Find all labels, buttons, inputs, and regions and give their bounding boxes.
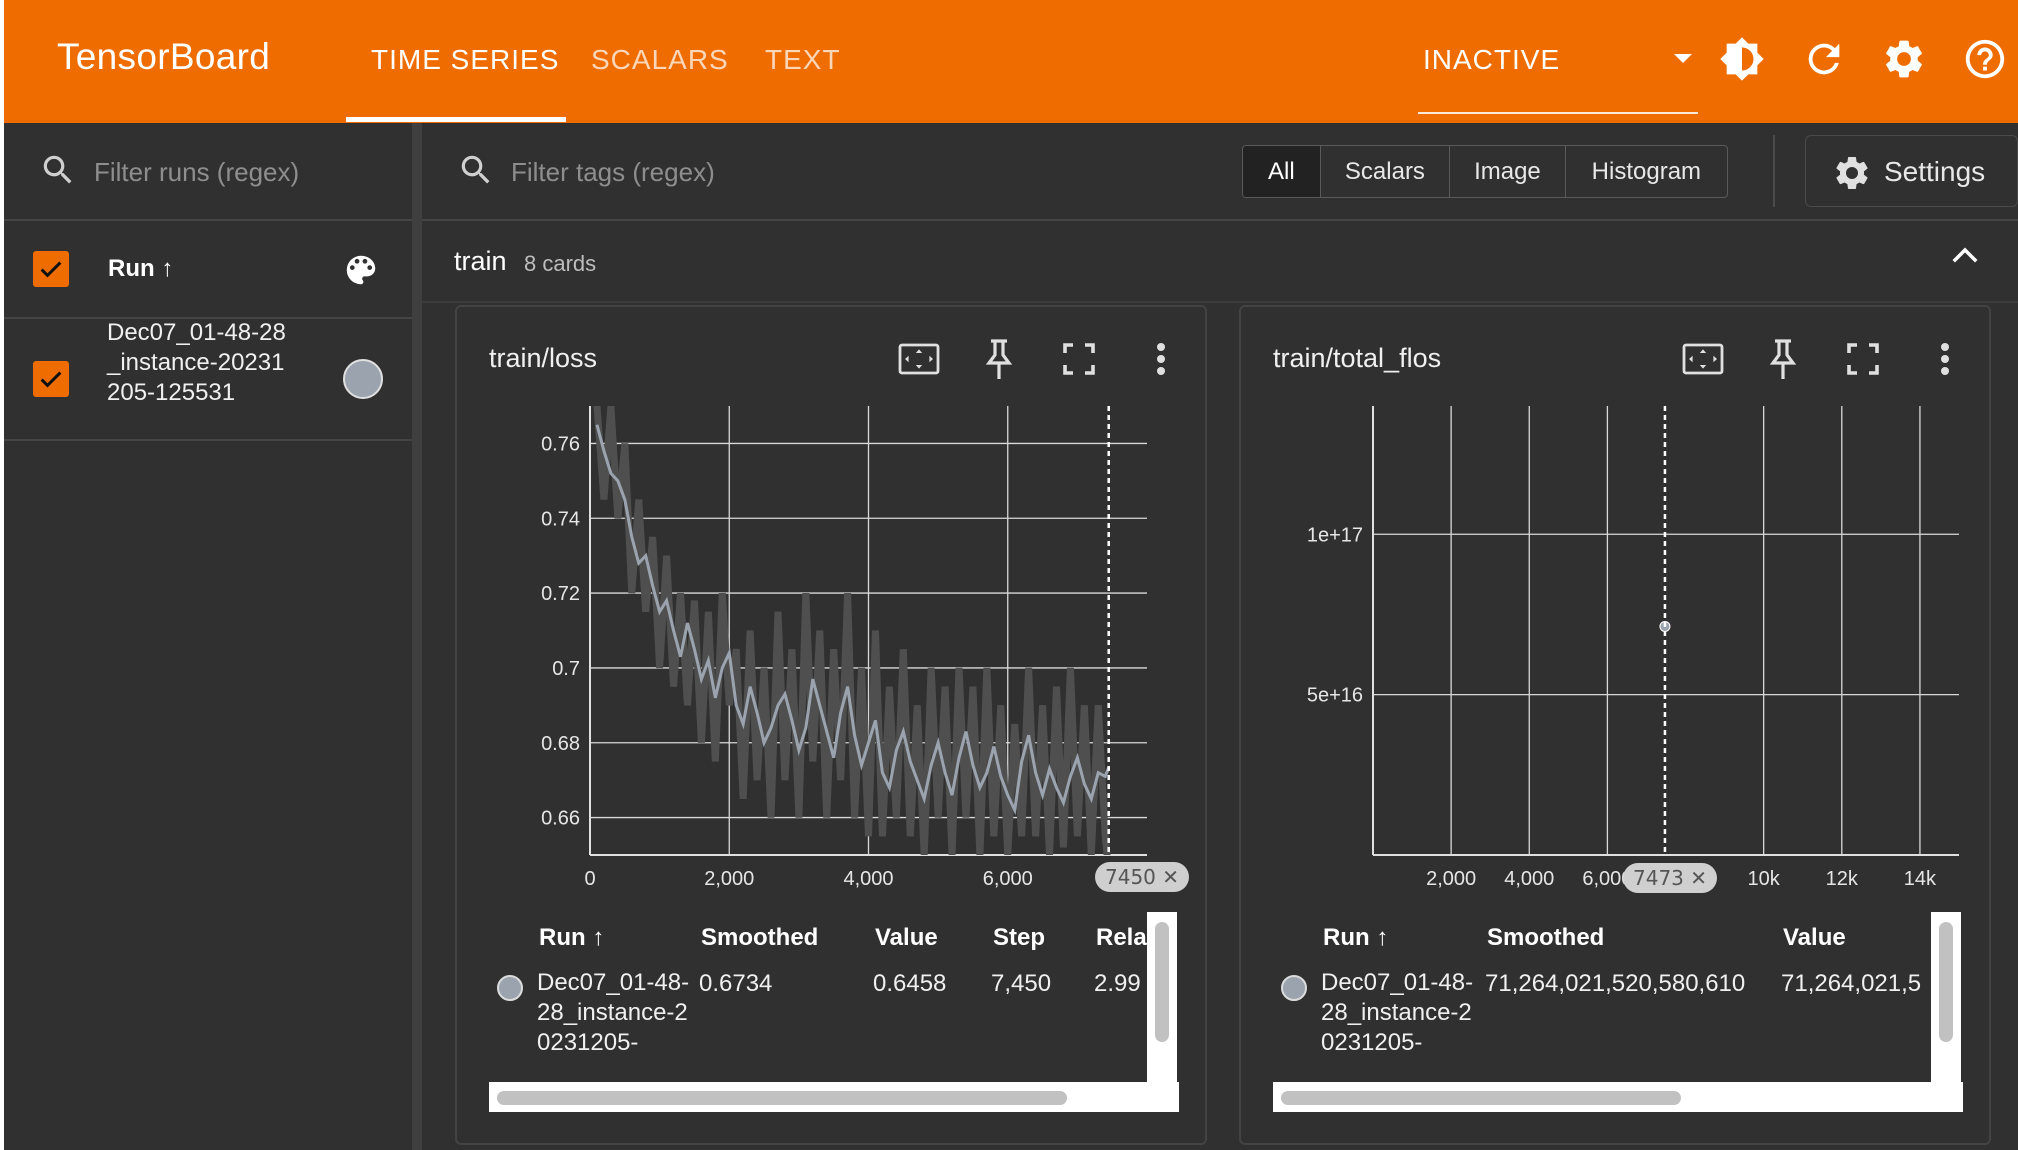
y-tick-label: 0.68 (541, 733, 580, 755)
x-tick-label: 2,000 (1426, 868, 1476, 890)
table-cell-relative: 2.99 (1094, 970, 1141, 997)
divider (1773, 135, 1775, 207)
filter-histogram-button[interactable]: Histogram (1566, 146, 1727, 197)
run-color-dot (497, 975, 523, 1001)
table-header-smoothed[interactable]: Smoothed (701, 924, 818, 952)
brand-title: TensorBoard (57, 36, 271, 77)
y-tick-label: 1e+17 (1307, 524, 1363, 546)
table-cell-step: 7,450 (991, 970, 1052, 997)
x-tick-label: 14k (1904, 868, 1937, 890)
x-tick-label: 4,000 (843, 868, 893, 890)
tab-scalars[interactable]: SCALARS (591, 44, 729, 76)
active-tab-indicator (346, 117, 566, 122)
sidebar-resize-handle[interactable] (412, 123, 422, 1150)
step-cursor-chip[interactable]: 7450 ✕ (1095, 862, 1190, 892)
run-color-dot (1281, 975, 1307, 1001)
table-cell-smoothed: 0.6734 (699, 970, 773, 997)
step-chip-value: 7473 (1633, 866, 1684, 890)
settings-button[interactable]: Settings (1805, 135, 2018, 207)
settings-icon[interactable] (1881, 36, 1927, 82)
run-color-swatch[interactable] (343, 359, 383, 399)
gear-icon (1836, 156, 1868, 189)
help-icon[interactable] (1962, 36, 2008, 82)
theme-toggle-icon[interactable] (1719, 36, 1765, 82)
x-tick-label: 12k (1826, 868, 1859, 890)
tab-text[interactable]: TEXT (765, 44, 841, 76)
table-header-run[interactable]: Run ↑ (539, 924, 604, 952)
run-name: Dec07_01-48-28_instance-20231205-125531 (107, 319, 286, 406)
y-tick-label: 0.74 (541, 508, 580, 530)
table-header-value[interactable]: Value (875, 924, 938, 952)
table-header-relative[interactable]: Rela (1096, 924, 1147, 952)
x-tick-label: 6,000 (983, 868, 1033, 890)
step-chip-value: 7450 (1105, 865, 1156, 889)
table-vertical-scrollbar[interactable] (1147, 912, 1177, 1082)
run-column-label: Run (108, 255, 155, 282)
loss-line-chart[interactable]: 0.66 0.68 0.7 0.72 0.74 0.76 0 2,000 4,000 6,000 (457, 307, 1209, 907)
data-table: Run ↑ Smoothed Value Step Rela Dec07_01-… (489, 912, 1147, 1082)
inactive-dropdown-label: INACTIVE (1423, 44, 1561, 75)
run-filter-input[interactable]: Filter runs (regex) (94, 157, 299, 188)
y-tick-label: 0.76 (541, 433, 580, 455)
divider (4, 439, 412, 441)
arrow-up-icon: ↑ (161, 255, 174, 282)
run-column-header[interactable]: Run ↑ (108, 255, 173, 283)
card-group-count: 8 cards (524, 251, 597, 276)
run-checkbox[interactable] (33, 361, 69, 397)
table-header-smoothed[interactable]: Smoothed (1487, 924, 1604, 952)
data-table: Run ↑ Smoothed Value Dec07_01-48-28_inst… (1273, 912, 1931, 1082)
table-header-run[interactable]: Run ↑ (1323, 924, 1388, 952)
y-tick-label: 0.72 (541, 583, 580, 605)
total-flos-scatter-chart[interactable]: 5e+161e+172,000 4,000 6,000 10k 12k 14k (1241, 307, 1993, 907)
card-type-filter: All Scalars Image Histogram (1242, 145, 1728, 198)
settings-label: Settings (1884, 156, 1986, 187)
step-cursor-chip[interactable]: 7473 ✕ (1623, 863, 1718, 893)
refresh-icon[interactable] (1801, 36, 1847, 82)
filter-scalars-button[interactable]: Scalars (1321, 146, 1451, 197)
divider (4, 219, 412, 221)
filter-all-button[interactable]: All (1243, 146, 1321, 197)
table-header-step[interactable]: Step (993, 924, 1045, 952)
inactive-dropdown[interactable]: INACTIVE (1418, 44, 1698, 114)
top-app-bar: TensorBoard TIME SERIES SCALARS TEXT INA… (4, 0, 2018, 123)
divider (422, 301, 2018, 303)
x-tick-label: 0 (584, 868, 595, 890)
search-icon (43, 155, 72, 184)
raw-series-line (593, 406, 1111, 855)
filter-image-button[interactable]: Image (1450, 146, 1566, 197)
y-tick-label: 0.66 (541, 808, 580, 830)
divider (422, 219, 2018, 221)
table-cell-smoothed: 71,264,021,520,580,610 (1485, 970, 1746, 997)
tag-filter-input[interactable]: Filter tags (regex) (511, 157, 715, 188)
table-header-value[interactable]: Value (1783, 924, 1846, 952)
caret-down-icon (1674, 54, 1692, 63)
x-tick-label: 10k (1748, 868, 1781, 890)
table-cell-run: Dec07_01-48-28_instance-20231205- (537, 969, 690, 1056)
header-label: Run (1323, 924, 1370, 951)
table-horizontal-scrollbar[interactable] (1273, 1082, 1963, 1112)
card-group-title[interactable]: train (454, 246, 507, 277)
select-all-runs-checkbox[interactable] (33, 251, 69, 287)
scalar-card-train-loss: train/loss 0.66 0.68 0.7 0.72 0.74 0.76 0 2,000… (455, 305, 1207, 1145)
search-icon (461, 155, 490, 184)
y-tick-label: 0.7 (552, 658, 580, 680)
header-label: Run (539, 924, 586, 951)
chevron-up-icon[interactable] (1950, 243, 1980, 267)
table-horizontal-scrollbar[interactable] (489, 1082, 1179, 1112)
palette-icon[interactable] (342, 251, 380, 289)
x-tick-label: 2,000 (704, 868, 754, 890)
y-tick-label: 5e+16 (1307, 685, 1363, 707)
table-cell-value: 0.6458 (873, 970, 947, 997)
tab-time-series[interactable]: TIME SERIES (371, 44, 559, 76)
table-cell-run: Dec07_01-48-28_instance-20231205- (1321, 969, 1474, 1056)
table-cell-value: 71,264,021,5 (1781, 970, 1922, 997)
scalar-card-train-total-flos: train/total_flos 5e+16 1e+17 2,000 4,000 6,0… (1239, 305, 1991, 1145)
x-tick-label: 4,000 (1504, 868, 1554, 890)
table-vertical-scrollbar[interactable] (1931, 912, 1961, 1082)
